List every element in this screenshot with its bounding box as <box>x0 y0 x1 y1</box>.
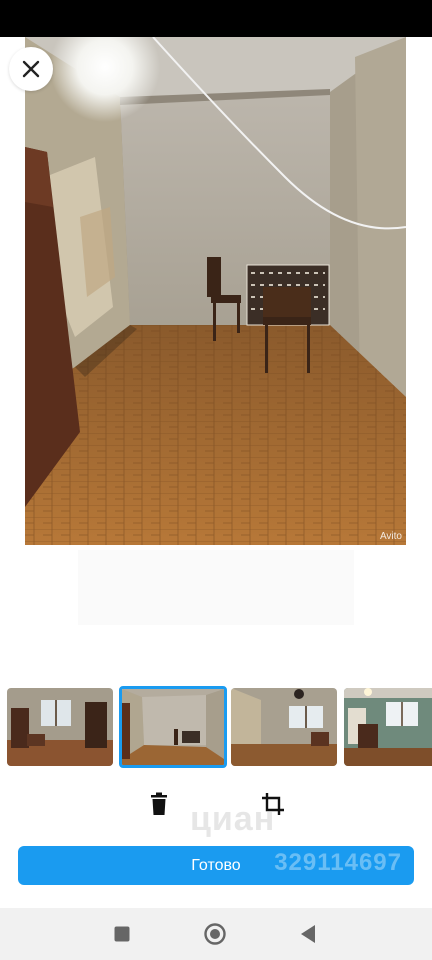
done-button[interactable]: Готово 329114697 <box>18 846 414 885</box>
thumbnail-1[interactable] <box>7 688 113 766</box>
room-photo-image <box>25 37 406 545</box>
close-icon <box>22 60 40 78</box>
photo-viewer: Avito <box>0 37 432 677</box>
thumbnail-1-image <box>7 688 113 766</box>
caption-area <box>78 550 354 625</box>
trash-icon <box>151 792 167 815</box>
recents-button[interactable] <box>110 922 134 946</box>
thumbnail-3-image <box>231 688 337 766</box>
thumbnail-2[interactable] <box>119 686 227 768</box>
close-button[interactable] <box>9 47 53 91</box>
listing-id-watermark: 329114697 <box>274 849 402 876</box>
avito-watermark: Avito <box>379 531 402 542</box>
delete-button[interactable] <box>141 786 177 822</box>
square-icon <box>114 926 130 942</box>
circle-icon <box>204 923 226 945</box>
thumbnail-3[interactable] <box>231 688 337 766</box>
thumbnail-strip[interactable] <box>0 686 432 768</box>
cian-watermark: циан <box>190 800 276 838</box>
back-triangle-icon <box>301 925 315 943</box>
done-button-label: Готово <box>191 856 241 874</box>
home-button[interactable] <box>203 922 227 946</box>
system-nav-bar <box>0 908 432 960</box>
thumbnail-4[interactable] <box>344 688 432 766</box>
thumbnail-4-image <box>344 688 432 766</box>
status-bar <box>0 0 432 37</box>
back-button[interactable] <box>296 922 320 946</box>
room-photo[interactable]: Avito <box>25 37 406 545</box>
thumbnail-2-image <box>122 689 224 765</box>
